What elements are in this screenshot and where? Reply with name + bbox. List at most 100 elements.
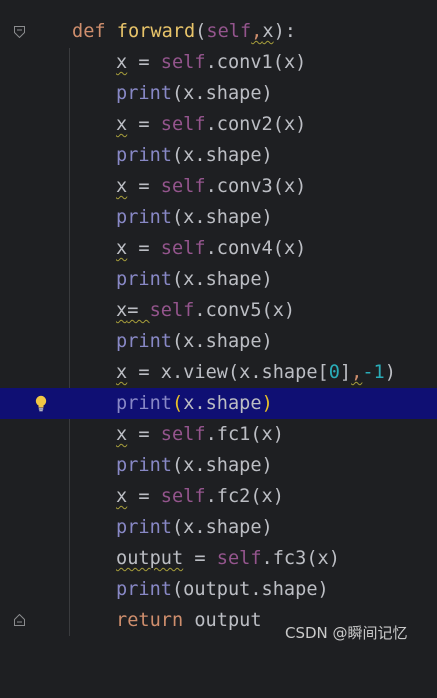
view-call: = x.view(x.shape[ (127, 362, 329, 383)
call: .conv4(x) (205, 238, 307, 259)
code-line[interactable]: x = self.conv1(x) (0, 47, 437, 78)
builtin-print: print (116, 579, 172, 600)
args: (x.shape) (171, 517, 273, 538)
args: x.shape (183, 393, 262, 414)
code-text: print(x.shape) (116, 140, 273, 171)
code-line[interactable]: print(x.shape) (0, 78, 437, 109)
code-editor[interactable]: def forward(self,x): x = self.conv1(x) p… (0, 0, 437, 653)
watermark: CSDN @瞬间记忆 (285, 624, 408, 642)
code-line[interactable]: def forward(self,x): (0, 16, 437, 47)
builtin-print: print (116, 455, 172, 476)
code-text: def forward(self,x): (72, 16, 296, 47)
call: .fc1(x) (205, 424, 284, 445)
args: (x.shape) (171, 331, 273, 352)
operator: = (183, 548, 217, 569)
operator: = (127, 424, 161, 445)
variable: x (116, 176, 128, 197)
variable: x (116, 362, 128, 383)
self-ref: self (160, 424, 206, 445)
code-line[interactable]: print(x.shape) (0, 512, 437, 543)
code-text: print(x.shape) (116, 512, 273, 543)
args: (output.shape) (171, 579, 329, 600)
code-line[interactable]: x = self.fc2(x) (0, 481, 437, 512)
call: .conv2(x) (205, 114, 307, 135)
number-literal: -1 (362, 362, 385, 383)
variable: output (116, 548, 184, 569)
operator: = (127, 486, 161, 507)
builtin-print: print (116, 83, 172, 104)
code-text: x = self.conv1(x) (116, 47, 306, 78)
call: .conv5(x) (194, 300, 296, 321)
lightbulb-icon[interactable] (34, 395, 48, 412)
bracket: ] (339, 362, 352, 383)
paren: ( (195, 21, 207, 42)
self-ref: self (160, 238, 206, 259)
code-text: x = self.conv3(x) (116, 171, 306, 202)
code-line[interactable]: print(x.shape) (0, 140, 437, 171)
code-line[interactable]: print(x.shape) (0, 326, 437, 357)
code-line[interactable]: x = self.conv2(x) (0, 109, 437, 140)
paren-colon: ): (273, 21, 296, 42)
operator: = (127, 114, 161, 135)
builtin-print: print (116, 145, 172, 166)
args: (x.shape) (171, 145, 273, 166)
code-text: print(x.shape) (116, 388, 273, 419)
code-text: output = self.fc3(x) (116, 543, 340, 574)
args: (x.shape) (171, 83, 273, 104)
operator: = (127, 52, 161, 73)
builtin-print: print (116, 517, 172, 538)
builtin-print: print (116, 269, 172, 290)
number-literal: 0 (328, 362, 340, 383)
args: (x.shape) (171, 207, 273, 228)
code-line[interactable]: x = self.conv3(x) (0, 171, 437, 202)
code-text: print(x.shape) (116, 264, 273, 295)
code-line[interactable]: print(output.shape) (0, 574, 437, 605)
code-text: x = self.fc1(x) (116, 419, 284, 450)
code-line[interactable]: x= self.conv5(x) (0, 295, 437, 326)
call: .fc3(x) (261, 548, 340, 569)
code-line[interactable]: x = self.fc1(x) (0, 419, 437, 450)
matched-paren: ) (261, 393, 273, 414)
return-value: output (183, 610, 262, 631)
matched-paren: ( (171, 393, 184, 414)
code-text: print(x.shape) (116, 78, 273, 109)
code-line[interactable]: x = self.conv4(x) (0, 233, 437, 264)
code-line[interactable]: output = self.fc3(x) (0, 543, 437, 574)
operator: = (127, 238, 161, 259)
variable: x (116, 486, 128, 507)
code-line[interactable]: print(x.shape) (0, 202, 437, 233)
call: .conv3(x) (205, 176, 307, 197)
code-text: print(x.shape) (116, 202, 273, 233)
builtin-print: print (116, 331, 172, 352)
self-param: self (206, 21, 252, 42)
code-text: print(x.shape) (116, 326, 273, 357)
self-ref: self (160, 176, 206, 197)
code-text: print(output.shape) (116, 574, 329, 605)
code-text: x = x.view(x.shape[0],-1) (116, 357, 396, 388)
comma-warning: , (251, 21, 263, 42)
paren: ) (384, 362, 396, 383)
variable: x (116, 300, 128, 321)
code-text: x = self.conv4(x) (116, 233, 306, 264)
call: .fc2(x) (205, 486, 284, 507)
self-ref: self (160, 52, 206, 73)
code-line[interactable]: x = x.view(x.shape[0],-1) (0, 357, 437, 388)
code-text: x = self.fc2(x) (116, 481, 284, 512)
operator: = (127, 300, 150, 321)
operator: = (127, 176, 161, 197)
code-line[interactable]: print(x.shape) (0, 264, 437, 295)
self-ref: self (160, 486, 206, 507)
param-x: x (262, 21, 274, 42)
keyword-def: def (72, 21, 106, 42)
builtin-print: print (116, 393, 172, 414)
builtin-print: print (116, 207, 172, 228)
code-line[interactable]: print(x.shape) (0, 450, 437, 481)
args: (x.shape) (171, 269, 273, 290)
call: .conv1(x) (205, 52, 307, 73)
code-text: print(x.shape) (116, 450, 273, 481)
args: (x.shape) (171, 455, 273, 476)
variable: x (116, 424, 128, 445)
self-ref: self (216, 548, 262, 569)
comma-warning: , (351, 362, 363, 383)
current-line[interactable]: print(x.shape) (0, 388, 437, 419)
